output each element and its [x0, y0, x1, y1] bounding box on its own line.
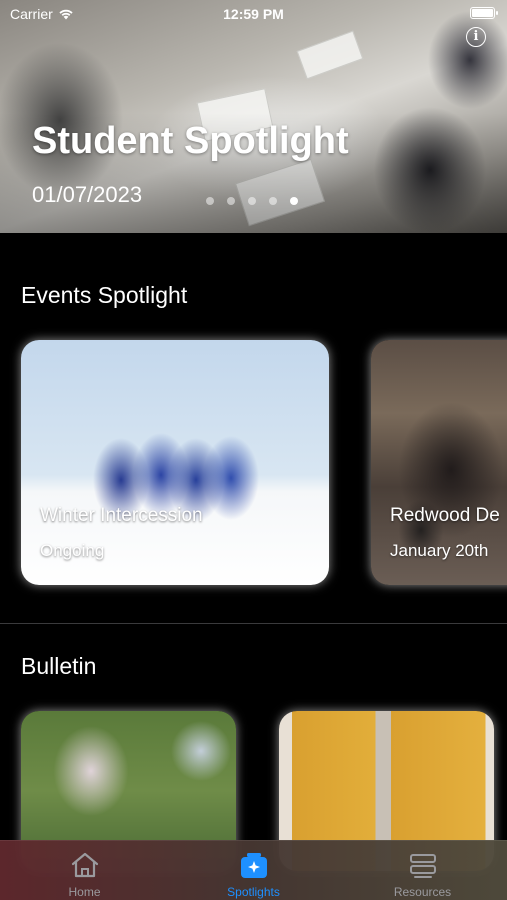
page-dot-active[interactable] [290, 197, 298, 205]
page-dot[interactable] [227, 197, 235, 205]
info-icon: i [473, 29, 479, 44]
clock: 12:59 PM [223, 6, 284, 22]
page-dot[interactable] [248, 197, 256, 205]
page-dot[interactable] [269, 197, 277, 205]
hero-carousel[interactable]: Student Spotlight 01/07/2023 [0, 0, 507, 233]
hero-photo-detail [296, 30, 364, 80]
info-button[interactable]: i [466, 27, 486, 47]
event-card-title: Winter Intercession [40, 505, 203, 526]
hero-title: Student Spotlight [32, 120, 349, 162]
event-card[interactable]: Winter Intercession Ongoing [21, 340, 329, 585]
tab-spotlights[interactable]: Spotlights [169, 841, 338, 900]
event-card-subtitle: January 20th [390, 541, 489, 560]
event-card-subtitle: Ongoing [40, 541, 105, 560]
tab-spotlights-label: Spotlights [227, 885, 280, 899]
house-icon [71, 852, 98, 878]
section-divider [0, 623, 507, 624]
tab-resources-label: Resources [393, 885, 452, 899]
hero-date: 01/07/2023 [32, 182, 143, 207]
tab-home-label: Home [68, 885, 101, 899]
spotlight-icon [240, 853, 267, 878]
page-dot[interactable] [206, 197, 214, 205]
tab-bar: Home Spotlights Resources [0, 840, 507, 900]
bulletin-section-title: Bulletin [21, 653, 97, 679]
battery-icon [470, 7, 498, 19]
page-indicator[interactable] [206, 197, 298, 205]
event-card[interactable]: Redwood De January 20th [371, 340, 507, 585]
server-stack-icon [409, 854, 436, 878]
tab-home[interactable]: Home [0, 841, 169, 900]
tab-resources[interactable]: Resources [338, 841, 507, 900]
event-card-title: Redwood De [390, 505, 500, 526]
events-section-title: Events Spotlight [21, 282, 188, 308]
status-bar: Carrier 12:59 PM [0, 0, 507, 28]
